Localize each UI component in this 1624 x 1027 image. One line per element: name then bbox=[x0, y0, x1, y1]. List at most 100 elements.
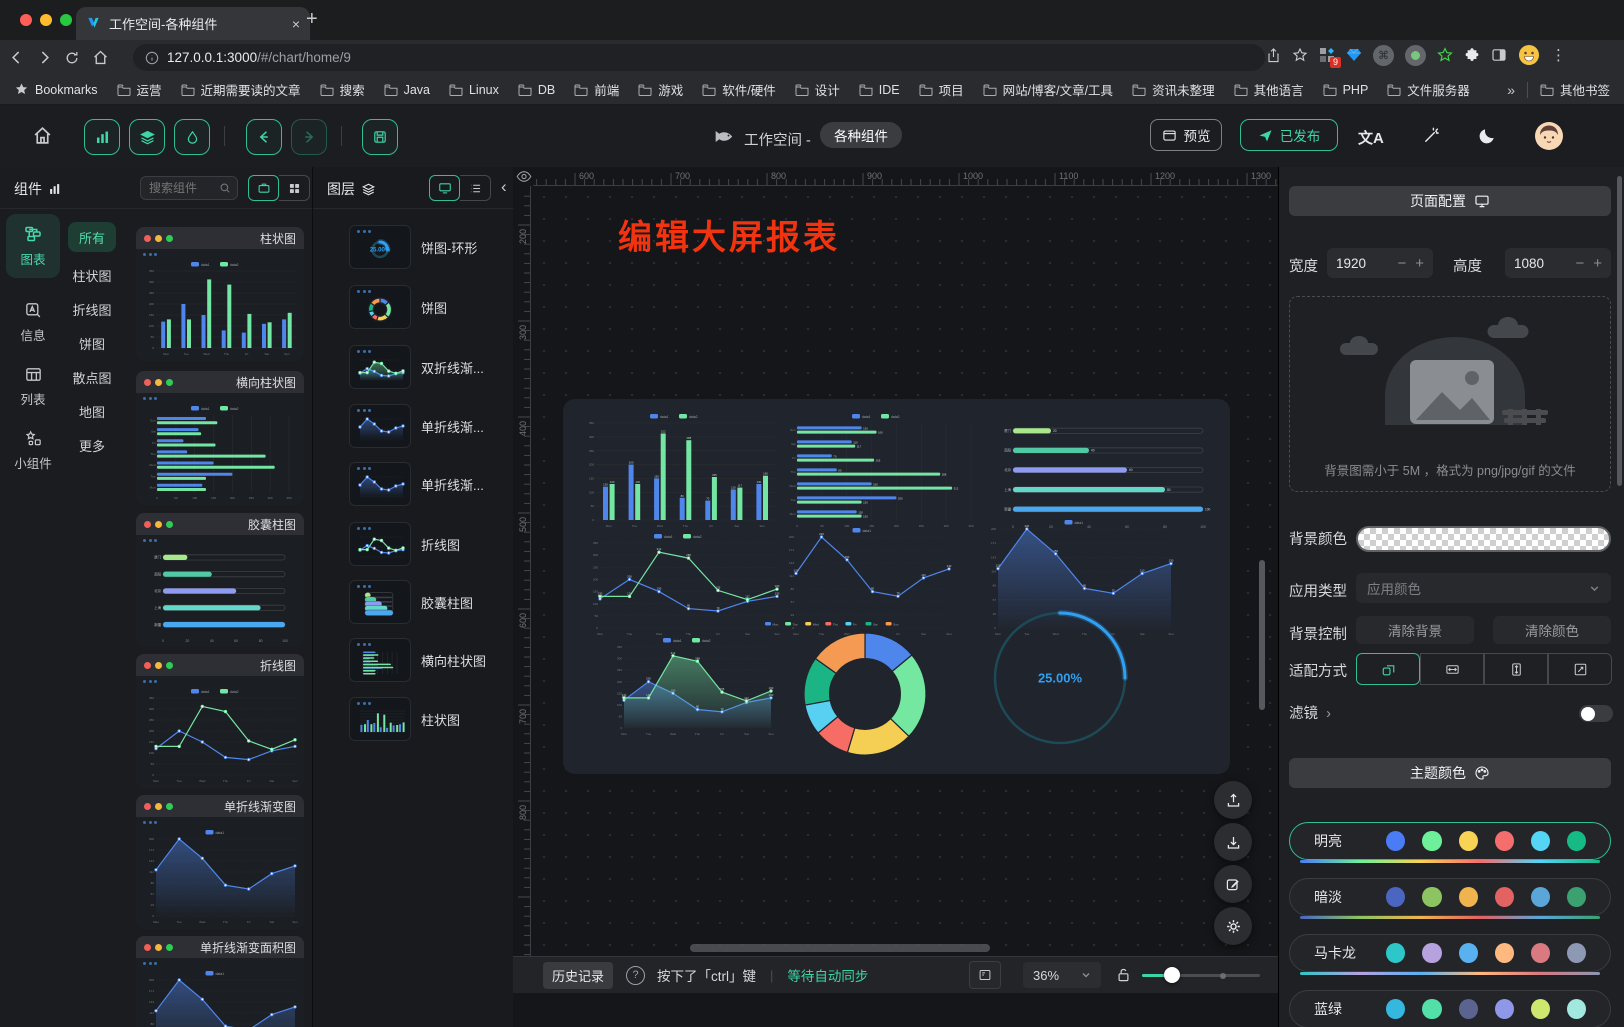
other-bookmarks[interactable]: 其他书签 bbox=[1540, 80, 1610, 99]
settings-gear-icon[interactable] bbox=[1214, 907, 1252, 945]
layer-thumbnail[interactable] bbox=[349, 638, 411, 682]
layer-item-label[interactable]: 双折线渐... bbox=[421, 358, 484, 377]
browser-forward-icon[interactable] bbox=[36, 49, 64, 66]
layer-thumbnail-view-toggle[interactable] bbox=[429, 175, 460, 201]
fit-stretch-option[interactable] bbox=[1548, 653, 1612, 685]
extension-record-icon[interactable] bbox=[1405, 45, 1426, 66]
browser-back-icon[interactable] bbox=[8, 49, 36, 66]
export-button[interactable] bbox=[1214, 781, 1252, 819]
width-plus[interactable]: + bbox=[1415, 255, 1424, 272]
extension-cmd-icon[interactable]: ⌘ bbox=[1373, 45, 1394, 66]
browser-menu-icon[interactable]: ⋮ bbox=[1551, 46, 1566, 64]
extension-tab-manager-icon[interactable]: 9 bbox=[1319, 47, 1335, 63]
theme-color-dot[interactable] bbox=[1531, 943, 1550, 963]
fit-width-option[interactable] bbox=[1420, 653, 1484, 685]
zoom-select[interactable]: 36% bbox=[1023, 962, 1101, 988]
theme-row-3[interactable]: 马卡龙 bbox=[1289, 934, 1611, 972]
bookmark-folder[interactable]: Java bbox=[384, 83, 430, 97]
theme-color-dot[interactable] bbox=[1386, 831, 1405, 851]
user-avatar[interactable] bbox=[1534, 121, 1564, 151]
bookmark-folder[interactable]: Linux bbox=[449, 83, 499, 97]
height-plus[interactable]: + bbox=[1593, 255, 1602, 272]
browser-tab[interactable]: 工作空间-各种组件 × bbox=[76, 7, 310, 40]
layer-item-label[interactable]: 饼图 bbox=[421, 298, 447, 317]
category-all[interactable]: 所有 bbox=[68, 222, 116, 252]
magic-wand-icon[interactable] bbox=[1422, 126, 1441, 145]
bookmark-folder[interactable]: 文件服务器 bbox=[1387, 80, 1470, 99]
layer-item-label[interactable]: 柱状图 bbox=[421, 710, 460, 729]
theme-color-dot[interactable] bbox=[1422, 943, 1441, 963]
clear-bg-button[interactable]: 清除背景 bbox=[1356, 616, 1474, 644]
clear-color-button[interactable]: 清除颜色 bbox=[1493, 616, 1611, 644]
width-minus[interactable]: − bbox=[1397, 255, 1406, 272]
layer-item-label[interactable]: 折线图 bbox=[421, 535, 460, 554]
theme-row-2[interactable]: 暗淡 bbox=[1289, 878, 1611, 916]
slider-knob[interactable] bbox=[1164, 967, 1180, 983]
theme-color-dot[interactable] bbox=[1495, 887, 1514, 907]
bookmark-folder[interactable]: PHP bbox=[1323, 83, 1369, 97]
theme-color-dot[interactable] bbox=[1495, 831, 1514, 851]
sidebar-nav-3[interactable]: 列表 bbox=[6, 358, 60, 414]
publish-button[interactable]: 已发布 bbox=[1240, 119, 1338, 151]
canvas-grid[interactable]: 编辑大屏报表 050100150200250300350120130Mon200… bbox=[533, 186, 1278, 956]
chart-mode-button[interactable] bbox=[84, 119, 120, 155]
bookmark-folder[interactable]: 设计 bbox=[795, 80, 840, 99]
browser-reload-icon[interactable] bbox=[64, 50, 92, 66]
preview-button[interactable]: 预览 bbox=[1150, 119, 1222, 151]
theme-color-dot[interactable] bbox=[1459, 999, 1478, 1019]
theme-color-dot[interactable] bbox=[1531, 999, 1550, 1019]
width-stepper[interactable]: 1920 −+ bbox=[1327, 248, 1433, 278]
canvas-widget-capsule[interactable]: 厦门20南阳40北京60上海80新疆100020406080100 bbox=[991, 417, 1217, 529]
category-item[interactable]: 柱状图 bbox=[62, 266, 122, 285]
import-button[interactable] bbox=[1214, 823, 1252, 861]
theme-color-dot[interactable] bbox=[1459, 831, 1478, 851]
bookmark-folder[interactable]: 软件/硬件 bbox=[702, 80, 775, 99]
theme-color-dot[interactable] bbox=[1386, 943, 1405, 963]
extension-gem-icon[interactable] bbox=[1346, 48, 1362, 62]
layer-thumbnail[interactable] bbox=[349, 345, 411, 389]
theme-row-4[interactable]: 蓝绿 bbox=[1289, 990, 1611, 1027]
layer-thumbnail[interactable] bbox=[349, 404, 411, 448]
bookmark-star-icon[interactable] bbox=[1292, 47, 1308, 63]
bookmark-folder[interactable]: 游戏 bbox=[638, 80, 683, 99]
component-card[interactable]: 胶囊柱图厦门南阳北京上海新疆020406080100 bbox=[136, 513, 304, 647]
bookmark-folder[interactable]: IDE bbox=[859, 83, 900, 97]
canvas-widget-hbar[interactable]: 050100150200250300350120130Mon200130Tue1… bbox=[781, 411, 981, 529]
theme-color-title[interactable]: 主题颜色 bbox=[1289, 758, 1611, 788]
canvas-h-scrollbar[interactable] bbox=[690, 944, 990, 952]
browser-home-icon[interactable] bbox=[92, 49, 120, 66]
project-name-pill[interactable]: 各种组件 bbox=[820, 122, 902, 148]
theme-color-dot[interactable] bbox=[1567, 999, 1586, 1019]
single-view-toggle[interactable] bbox=[248, 175, 279, 201]
component-card[interactable]: 柱状图050100150200250300350MonTueWedThuFriS… bbox=[136, 227, 304, 361]
bookmarks-root[interactable]: Bookmarks bbox=[14, 82, 98, 97]
app-home-icon[interactable] bbox=[32, 125, 53, 146]
filter-mode-button[interactable] bbox=[174, 119, 210, 155]
redo-button[interactable] bbox=[291, 119, 327, 155]
component-card[interactable]: 折线图050100150200250300350MonTueWedThuFriS… bbox=[136, 654, 304, 788]
panel-scrollbar[interactable] bbox=[1617, 176, 1622, 486]
theme-color-dot[interactable] bbox=[1459, 887, 1478, 907]
theme-color-dot[interactable] bbox=[1567, 887, 1586, 907]
history-button[interactable]: 历史记录 bbox=[543, 962, 613, 989]
component-search[interactable] bbox=[140, 176, 238, 200]
lock-icon[interactable] bbox=[1117, 967, 1130, 983]
theme-color-dot[interactable] bbox=[1495, 943, 1514, 963]
canvas-widget-bar[interactable]: 050100150200250300350120130Mon200130Tue1… bbox=[581, 411, 777, 529]
share-icon[interactable] bbox=[1266, 47, 1281, 64]
extension-star-icon[interactable] bbox=[1437, 47, 1453, 63]
category-item[interactable]: 饼图 bbox=[62, 334, 122, 353]
collapse-panel-icon[interactable]: ‹ bbox=[501, 177, 507, 197]
background-upload-area[interactable]: 背景图需小于 5M ，格式为 png/jpg/gif 的文件 bbox=[1289, 296, 1611, 492]
grid-view-toggle[interactable] bbox=[279, 175, 310, 201]
page-config-title[interactable]: 页面配置 bbox=[1289, 186, 1611, 216]
app-type-select[interactable]: 应用颜色 bbox=[1356, 573, 1611, 603]
dark-mode-moon-icon[interactable] bbox=[1478, 126, 1497, 145]
theme-color-dot[interactable] bbox=[1567, 943, 1586, 963]
visibility-eye-icon[interactable] bbox=[516, 170, 532, 183]
window-close-button[interactable] bbox=[20, 14, 32, 26]
component-card[interactable]: 单折线渐变面积图0295786114143171200MonTueWedThuF… bbox=[136, 936, 304, 1027]
bg-color-swatch[interactable] bbox=[1356, 526, 1611, 552]
layer-thumbnail[interactable] bbox=[349, 580, 411, 624]
category-item[interactable]: 地图 bbox=[62, 402, 122, 421]
